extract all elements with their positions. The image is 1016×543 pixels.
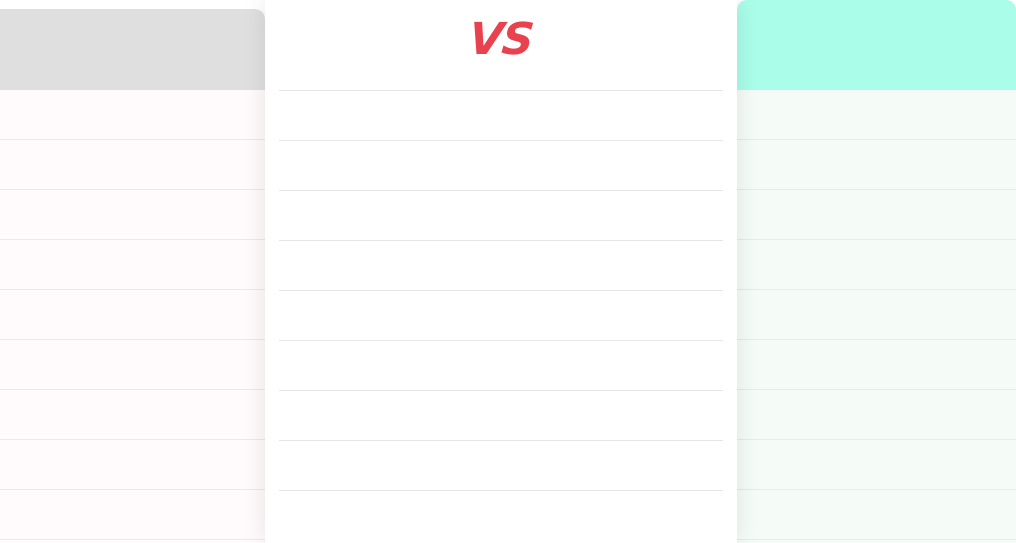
left-column-rows (0, 90, 265, 540)
table-row (737, 290, 1016, 340)
center-column: VS (265, 0, 737, 543)
table-row (279, 290, 723, 340)
table-row (279, 490, 723, 540)
table-row (737, 240, 1016, 290)
table-row (0, 340, 265, 390)
table-row (0, 390, 265, 440)
right-column-header (737, 0, 1016, 90)
table-row (0, 190, 265, 240)
table-row (279, 90, 723, 140)
table-row (0, 240, 265, 290)
left-column (0, 9, 265, 543)
comparison-table: VS (0, 0, 1016, 543)
table-row (279, 240, 723, 290)
table-row (279, 390, 723, 440)
table-row (737, 190, 1016, 240)
table-row (0, 440, 265, 490)
right-column (737, 0, 1016, 543)
table-row (737, 440, 1016, 490)
table-row (737, 90, 1016, 140)
table-row (0, 90, 265, 140)
table-row (279, 440, 723, 490)
table-row (0, 290, 265, 340)
table-row (737, 390, 1016, 440)
left-column-header (0, 9, 265, 90)
table-row (279, 340, 723, 390)
table-row (0, 140, 265, 190)
table-row (737, 490, 1016, 540)
table-row (737, 140, 1016, 190)
vs-label: VS (466, 14, 536, 65)
table-row (279, 140, 723, 190)
center-column-rows (279, 90, 723, 540)
right-column-rows (737, 90, 1016, 540)
center-column-header: VS (265, 0, 737, 90)
table-row (0, 490, 265, 540)
table-row (279, 190, 723, 240)
table-row (737, 340, 1016, 390)
